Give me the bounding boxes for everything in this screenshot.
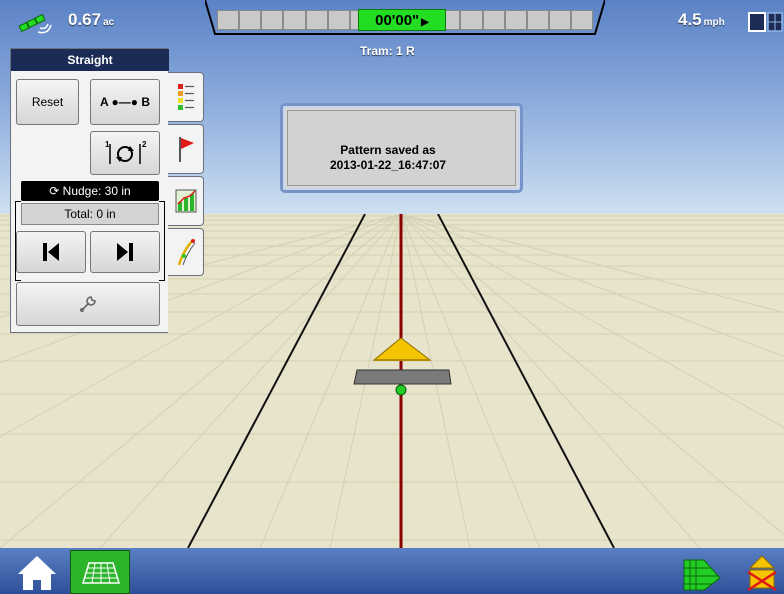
ab-label: A ●—● B [99, 95, 151, 109]
area-value: 0.67 [68, 10, 102, 29]
dialog-body: Pattern saved as 2013-01-22_16:47:07 [287, 110, 516, 186]
nudge-right-icon [117, 243, 133, 261]
dialog-filename: 2013-01-22_16:47:07 [329, 158, 447, 172]
speed-unit: mph [703, 17, 725, 28]
gps-satellite-icon[interactable] [18, 8, 58, 38]
svg-text:2: 2 [142, 140, 147, 149]
tab-guidance[interactable] [168, 228, 204, 276]
master-switch-icon[interactable] [744, 552, 780, 592]
area-unit: ac [103, 17, 115, 28]
nudge-total: Total: 0 in [21, 203, 159, 225]
speed-readout: 4.5 mph [678, 10, 725, 30]
area-readout: 0.67 ac [68, 10, 114, 30]
reset-button[interactable]: Reset [16, 79, 79, 125]
pattern-title: Straight [11, 49, 169, 71]
tab-legend[interactable] [168, 72, 204, 122]
dialog-message: Pattern saved as [340, 143, 436, 157]
top-status-bar: 0.67 ac 00'00" ▶ 4.5 mph [0, 0, 784, 44]
reset-label: Reset [31, 95, 64, 109]
pattern-saved-dialog[interactable]: Pattern saved as 2013-01-22_16:47:07 [280, 103, 523, 193]
cycle-path-icon: 1 2 [105, 140, 147, 164]
nudge-right-button[interactable] [90, 231, 160, 273]
nudge-label: Nudge: 30 in [62, 184, 131, 198]
settings-button[interactable] [16, 282, 160, 326]
legend-icon [177, 84, 194, 110]
nudge-header: ⟳ Nudge: 30 in [21, 181, 159, 201]
guidance-icon [177, 239, 195, 266]
field-map-icon [81, 562, 121, 584]
wrench-icon [80, 296, 96, 312]
map-view-button[interactable] [70, 550, 130, 594]
tab-flags[interactable] [168, 124, 204, 174]
lightbar-frame [205, 0, 605, 35]
cycle-path-button[interactable]: 1 2 [90, 131, 160, 175]
tab-yield[interactable] [168, 176, 204, 226]
tram-indicator: Tram: 1 R [360, 44, 415, 58]
view-toggle-icon[interactable] [747, 10, 783, 36]
flag-icon [178, 137, 194, 162]
guidance-panel: Straight Reset A ●—● B 1 2 ⟳ Nudge: 30 i… [10, 48, 169, 333]
chart-icon [175, 189, 196, 213]
nudge-icon: ⟳ [49, 184, 63, 198]
ab-line-button[interactable]: A ●—● B [90, 79, 160, 125]
bottom-toolbar [0, 548, 784, 594]
home-icon[interactable] [14, 552, 60, 592]
coverage-icon[interactable] [680, 552, 722, 592]
speed-value: 4.5 [678, 10, 702, 29]
nudge-left-button[interactable] [16, 231, 86, 273]
nudge-left-icon [43, 243, 59, 261]
